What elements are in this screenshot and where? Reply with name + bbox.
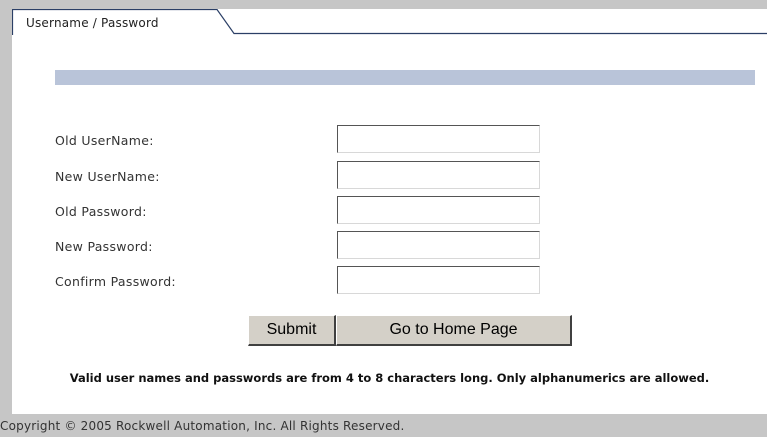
copyright-footer: Copyright © 2005 Rockwell Automation, In… — [0, 419, 405, 433]
old-username-label: Old UserName: — [55, 133, 154, 148]
old-username-row: Old UserName: — [55, 125, 575, 155]
confirm-password-label: Confirm Password: — [55, 274, 176, 289]
new-username-label: New UserName: — [55, 169, 160, 184]
tab-strip: Username / Password — [12, 9, 767, 35]
new-username-input[interactable] — [337, 161, 540, 189]
go-to-home-page-button[interactable]: Go to Home Page — [336, 315, 572, 346]
confirm-password-input[interactable] — [337, 266, 540, 294]
confirm-password-row: Confirm Password: — [55, 266, 575, 296]
section-header-bar — [55, 70, 755, 85]
old-password-input[interactable] — [337, 196, 540, 224]
new-username-row: New UserName: — [55, 161, 575, 191]
old-password-label: Old Password: — [55, 204, 147, 219]
new-password-label: New Password: — [55, 239, 153, 254]
new-password-row: New Password: — [55, 231, 575, 261]
submit-button[interactable]: Submit — [248, 315, 336, 346]
new-password-input[interactable] — [337, 231, 540, 259]
old-username-input[interactable] — [337, 125, 540, 153]
validation-note: Valid user names and passwords are from … — [69, 371, 710, 385]
page-content: Username / Password Old UserName: New Us… — [12, 9, 767, 414]
old-password-row: Old Password: — [55, 196, 575, 226]
tab-username-password[interactable]: Username / Password — [26, 16, 159, 30]
